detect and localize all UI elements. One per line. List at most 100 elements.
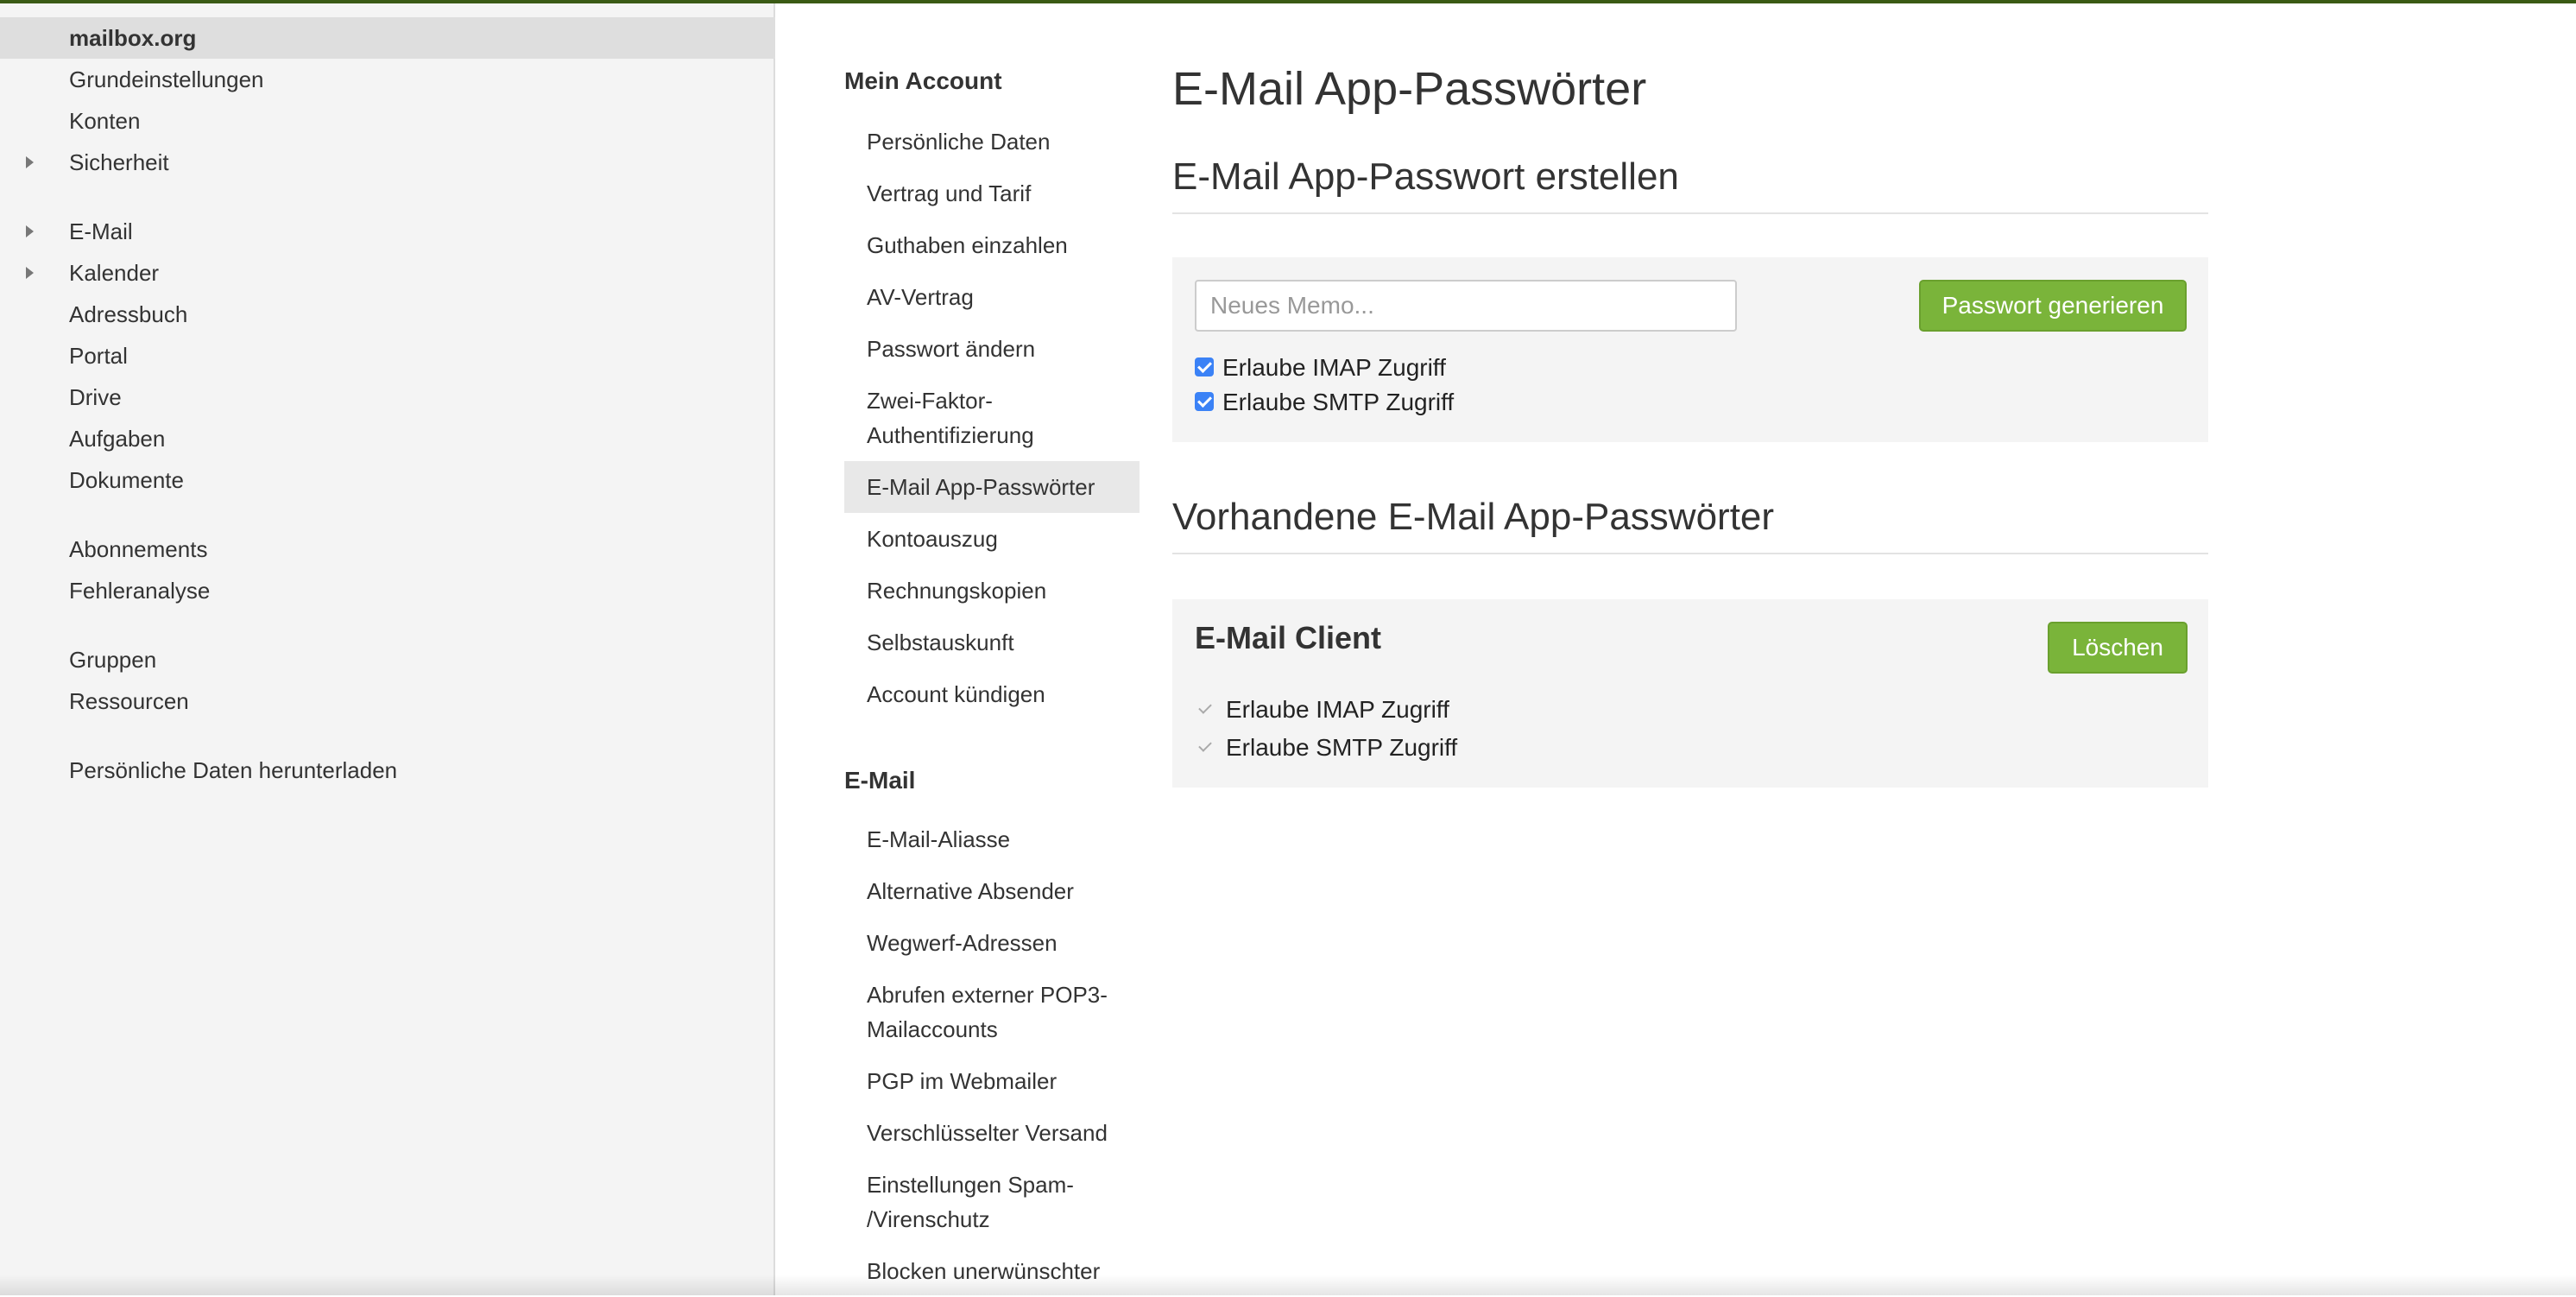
nav-item-label: Zwei-Faktor- [867, 388, 993, 414]
nav-item-e-mail-aliasse[interactable]: E-Mail-Aliasse [844, 813, 1140, 865]
nav-item-account-kündigen[interactable]: Account kündigen [844, 668, 1140, 720]
sidebar-item-label: E-Mail [69, 218, 133, 244]
nav-item-label: E-Mail App-Passwörter [867, 474, 1095, 500]
sidebar-item-aufgaben[interactable]: Aufgaben [0, 418, 775, 459]
page-title: E-Mail App-Passwörter [1172, 63, 1647, 115]
sidebar-item-konten[interactable]: Konten [0, 100, 775, 142]
nav-item-label: Selbstauskunft [867, 630, 1014, 655]
sidebar-item-mailbox-org[interactable]: mailbox.org [0, 17, 775, 59]
sidebar-item-fehleranalyse[interactable]: Fehleranalyse [0, 570, 775, 611]
sidebar-item-label: Grundeinstellungen [69, 66, 264, 92]
smtp-permission-row: Erlaube SMTP Zugriff [1195, 732, 1457, 763]
sidebar-item-label: Adressbuch [69, 301, 188, 327]
sidebar-item-label: Drive [69, 384, 122, 410]
sidebar-item-label: Abonnements [69, 536, 208, 562]
sidebar-item-label: Persönliche Daten herunterladen [69, 757, 398, 783]
nav-item-av-vertrag[interactable]: AV-Vertrag [844, 271, 1140, 323]
nav-item-label: Account kündigen [867, 681, 1045, 707]
sidebar-item-ressourcen[interactable]: Ressourcen [0, 680, 775, 722]
nav-item-abrufen-externer-pop3-mailaccounts[interactable]: Abrufen externer POP3- Mailaccounts [844, 969, 1140, 1055]
nav-item-vertrag-und-tarif[interactable]: Vertrag und Tarif [844, 168, 1140, 219]
nav-item-label: Kontoauszug [867, 526, 998, 552]
nav-item-label: AV-Vertrag [867, 284, 974, 310]
imap-checkbox[interactable] [1195, 357, 1214, 376]
divider [1172, 553, 2208, 554]
sidebar-item-portal[interactable]: Portal [0, 335, 775, 376]
nav-item-label: Einstellungen Spam- [867, 1172, 1074, 1198]
imap-checkbox-label: Erlaube IMAP Zugriff [1222, 354, 1446, 381]
nav-item-verschlüsselter-versand[interactable]: Verschlüsselter Versand [844, 1107, 1140, 1159]
nav-item-label: Mailaccounts [867, 1016, 998, 1042]
sidebar-item-abonnements[interactable]: Abonnements [0, 528, 775, 570]
nav-item-label: /Virenschutz [867, 1206, 990, 1232]
sidebar-item-label: Sicherheit [69, 149, 169, 175]
nav-item-label: Abrufen externer POP3- [867, 982, 1108, 1008]
smtp-permission-label: Erlaube SMTP Zugriff [1226, 734, 1458, 761]
nav-item-zwei-faktor-authentifizierung[interactable]: Zwei-Faktor- Authentifizierung [844, 375, 1140, 461]
nav-item-e-mail-app-passwörter[interactable]: E-Mail App-Passwörter [844, 461, 1140, 513]
sidebar-item-label: Kalender [69, 260, 160, 286]
imap-permission-row: Erlaube IMAP Zugriff [1195, 694, 1449, 725]
caret-right-icon[interactable] [26, 267, 34, 279]
nav-item-label: Vertrag und Tarif [867, 180, 1032, 206]
nav-item-passwort-ändern[interactable]: Passwort ändern [844, 323, 1140, 375]
nav-item-label: Rechnungskopien [867, 578, 1047, 604]
smtp-checkbox-label: Erlaube SMTP Zugriff [1222, 389, 1455, 415]
sidebar-item-e-mail[interactable]: E-Mail [0, 211, 775, 252]
nav-item-label: Guthaben einzahlen [867, 232, 1068, 258]
nav-item-selbstauskunft[interactable]: Selbstauskunft [844, 617, 1140, 668]
sidebar-item-label: Dokumente [69, 467, 184, 493]
divider [1172, 212, 2208, 214]
sidebar-item-label: Konten [69, 108, 141, 134]
check-icon [1195, 699, 1214, 718]
sidebar-item-drive[interactable]: Drive [0, 376, 775, 418]
create-section-title: E-Mail App-Passwort erstellen [1172, 155, 1679, 198]
nav-item-einstellungen-spam-virenschutz[interactable]: Einstellungen Spam- /Virenschutz [844, 1159, 1140, 1245]
nav-heading-email: E-Mail [844, 767, 916, 794]
sidebar-item-gruppen[interactable]: Gruppen [0, 639, 775, 680]
nav-item-rechnungskopien[interactable]: Rechnungskopien [844, 565, 1140, 617]
existing-section-title: Vorhandene E-Mail App-Passwörter [1172, 496, 1775, 538]
delete-button[interactable]: Löschen [2048, 622, 2188, 674]
sidebar-item-label: Fehleranalyse [69, 578, 211, 604]
caret-right-icon[interactable] [26, 156, 34, 168]
create-password-panel: Passwort generieren Erlaube IMAP Zugriff… [1172, 257, 2208, 442]
nav-item-label: Wegwerf-Adressen [867, 930, 1058, 956]
nav-item-label: Authentifizierung [867, 422, 1034, 448]
nav-heading-account: Mein Account [844, 67, 1002, 94]
sidebar-item-label: Aufgaben [69, 426, 166, 452]
sidebar-item-adressbuch[interactable]: Adressbuch [0, 294, 775, 335]
check-icon [1195, 737, 1214, 756]
imap-permission-label: Erlaube IMAP Zugriff [1226, 696, 1449, 723]
nav-item-guthaben-einzahlen[interactable]: Guthaben einzahlen [844, 219, 1140, 271]
nav-item-pgp-im-webmailer[interactable]: PGP im Webmailer [844, 1055, 1140, 1107]
nav-item-alternative-absender[interactable]: Alternative Absender [844, 865, 1140, 917]
nav-item-persönliche-daten[interactable]: Persönliche Daten [844, 116, 1140, 168]
nav-item-kontoauszug[interactable]: Kontoauszug [844, 513, 1140, 565]
app-password-name: E-Mail Client [1195, 620, 1382, 655]
nav-item-wegwerf-adressen[interactable]: Wegwerf-Adressen [844, 917, 1140, 969]
sidebar-item-dokumente[interactable]: Dokumente [0, 459, 775, 501]
app-password-card: E-Mail Client Löschen Erlaube IMAP Zugri… [1172, 599, 2208, 788]
sidebar-item-kalender[interactable]: Kalender [0, 252, 775, 294]
memo-input[interactable] [1195, 280, 1737, 332]
nav-item-label: Verschlüsselter Versand [867, 1120, 1108, 1146]
nav-item-label: Alternative Absender [867, 878, 1074, 904]
window-bottom-shadow [0, 1275, 2576, 1295]
nav-item-label: Passwort ändern [867, 336, 1036, 362]
sidebar-item-label: Gruppen [69, 647, 157, 673]
nav-item-label: Persönliche Daten [867, 129, 1051, 155]
caret-right-icon[interactable] [26, 225, 34, 237]
smtp-checkbox-row[interactable]: Erlaube SMTP Zugriff [1195, 387, 1454, 418]
imap-checkbox-row[interactable]: Erlaube IMAP Zugriff [1195, 352, 1446, 383]
sidebar-item-persönliche-daten-herunterladen[interactable]: Persönliche Daten herunterladen [0, 750, 775, 791]
generate-password-button[interactable]: Passwort generieren [1919, 280, 2187, 332]
sidebar-item-label: Ressourcen [69, 688, 189, 714]
sidebar: mailbox.org Grundeinstellungen Konten Siche… [0, 3, 775, 1295]
smtp-checkbox[interactable] [1195, 391, 1214, 411]
nav-item-label: PGP im Webmailer [867, 1068, 1058, 1094]
sidebar-item-sicherheit[interactable]: Sicherheit [0, 142, 775, 183]
nav-item-label: E-Mail-Aliasse [867, 826, 1011, 852]
sidebar-item-label: Portal [69, 343, 128, 369]
sidebar-item-grundeinstellungen[interactable]: Grundeinstellungen [0, 59, 775, 100]
